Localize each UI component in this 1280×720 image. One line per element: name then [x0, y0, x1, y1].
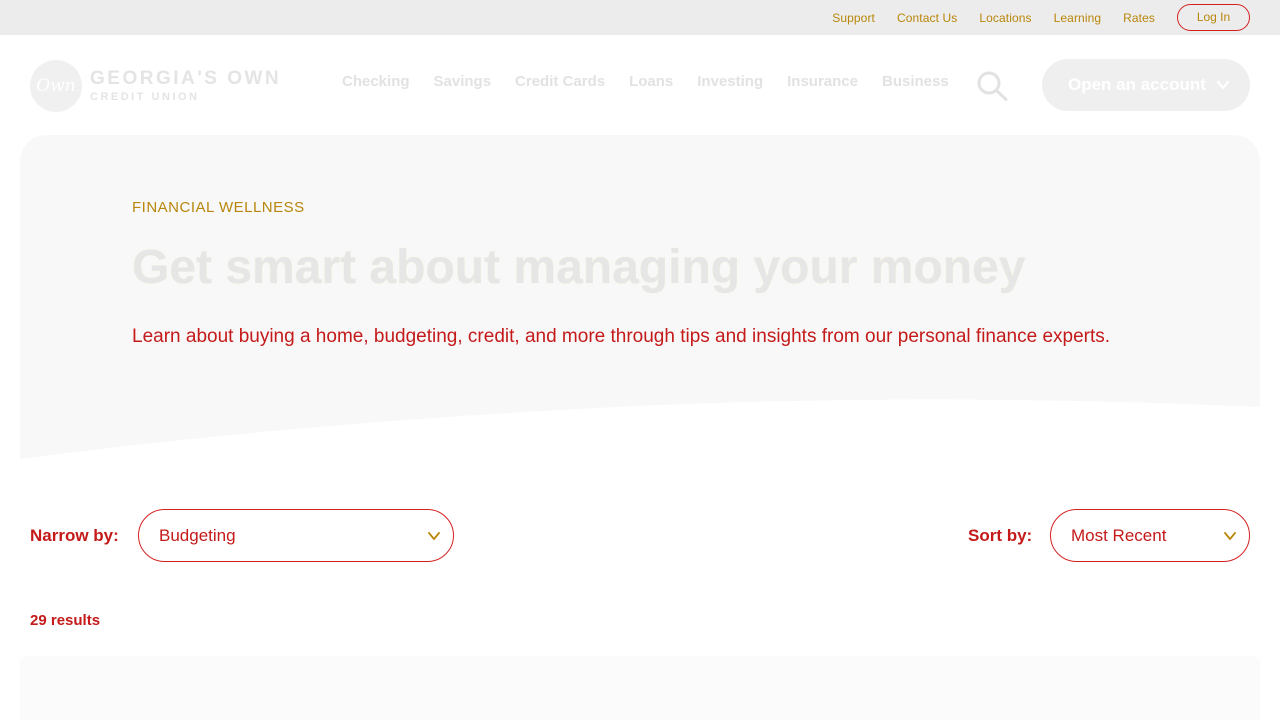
chevron-down-icon: [428, 532, 440, 540]
logo-line-2: CREDIT UNION: [90, 91, 200, 103]
nav-item-credit-cards[interactable]: Credit Cards: [515, 73, 605, 90]
logo[interactable]: Own GEORGIA'S OWN CREDIT UNION: [30, 59, 281, 112]
page-title: Get smart about managing your money: [132, 241, 1026, 294]
chevron-down-icon: [1224, 532, 1236, 540]
open-account-label: Open an account: [1068, 75, 1206, 94]
sort-by-value: Most Recent: [1071, 525, 1167, 545]
logo-line-1: GEORGIA'S OWN: [90, 68, 282, 89]
hero-eyebrow: FINANCIAL WELLNESS: [132, 199, 305, 216]
utility-link-support[interactable]: Support: [832, 11, 875, 25]
chevron-down-icon: [1216, 80, 1230, 90]
utility-link-learning[interactable]: Learning: [1054, 11, 1102, 25]
nav-item-investing[interactable]: Investing: [697, 73, 763, 90]
utility-link-contact[interactable]: Contact Us: [897, 11, 957, 25]
utility-links: Support Contact Us Locations Learning Ra…: [832, 4, 1250, 31]
utility-link-locations[interactable]: Locations: [979, 11, 1031, 25]
nav-item-insurance[interactable]: Insurance: [787, 73, 858, 90]
nav-item-savings[interactable]: Savings: [434, 73, 492, 90]
logo-mark: Own: [30, 59, 82, 112]
narrow-by-select[interactable]: Budgeting: [138, 509, 454, 562]
sort-by-select[interactable]: Most Recent: [1050, 509, 1250, 562]
open-account-button[interactable]: Open an account: [1042, 59, 1250, 111]
hero-section: FINANCIAL WELLNESS Get smart about manag…: [20, 135, 1260, 465]
nav-item-checking[interactable]: Checking: [342, 73, 410, 90]
article-card-area: [20, 656, 1260, 720]
primary-nav: Checking Savings Credit Cards Loans Inve…: [330, 73, 961, 90]
utility-link-rates[interactable]: Rates: [1123, 11, 1155, 25]
hero-background: [20, 135, 1260, 459]
utility-bar: Support Contact Us Locations Learning Ra…: [0, 0, 1280, 35]
nav-item-loans[interactable]: Loans: [629, 73, 673, 90]
narrow-by-value: Budgeting: [159, 525, 236, 545]
nav-item-business[interactable]: Business: [882, 73, 949, 90]
main-nav: Own GEORGIA'S OWN CREDIT UNION Checking …: [0, 35, 1280, 135]
login-button[interactable]: Log In: [1177, 4, 1250, 31]
logo-text: GEORGIA'S OWN CREDIT UNION: [90, 68, 281, 103]
hero-description: Learn about buying a home, budgeting, cr…: [132, 326, 1111, 347]
results-count: 29 results: [30, 612, 101, 629]
narrow-by-label: Narrow by:: [30, 526, 119, 545]
sort-by-label: Sort by:: [968, 526, 1033, 545]
search-icon[interactable]: [976, 71, 1008, 101]
